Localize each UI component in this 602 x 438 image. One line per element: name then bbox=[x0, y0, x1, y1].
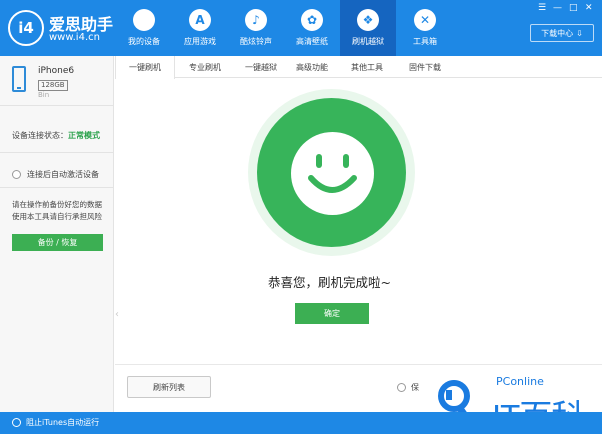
connection-status-value: 正常模式 bbox=[68, 131, 100, 140]
divider bbox=[0, 187, 114, 188]
flower-icon: ✿ bbox=[301, 9, 323, 31]
auto-activate-option[interactable]: 连接后自动激活设备 bbox=[12, 169, 99, 180]
auto-activate-radio[interactable] bbox=[12, 170, 21, 179]
download-center-label: 下载中心 bbox=[541, 28, 574, 38]
divider bbox=[0, 105, 114, 106]
nav-label: 工具箱 bbox=[413, 37, 437, 46]
top-bar: i4 爱思助手 www.i4.cn 我的设备 A 应用游戏 ♪ 酷炫铃声 ✿ 高… bbox=[0, 0, 602, 56]
minimize-icon[interactable]: — bbox=[553, 3, 562, 13]
backup-warning: 请在操作前备份好您的数据 使用本工具请自行承担风险 bbox=[12, 200, 102, 221]
tab-pro-flash[interactable]: 专业刷机 bbox=[175, 56, 235, 78]
tab-one-click-flash[interactable]: 一键刷机 bbox=[115, 56, 175, 79]
status-bar: 阻止iTunes自动运行 bbox=[0, 412, 602, 434]
app-url: www.i4.cn bbox=[49, 32, 100, 43]
connection-status: 设备连接状态：正常模式 bbox=[12, 130, 100, 141]
maximize-icon[interactable]: □ bbox=[569, 3, 578, 13]
phone-icon bbox=[12, 66, 26, 92]
nav-label: 高清壁纸 bbox=[296, 37, 328, 46]
keep-data-radio[interactable] bbox=[397, 383, 406, 392]
refresh-list-button[interactable]: 刷新列表 bbox=[127, 376, 211, 398]
nav-ringtones[interactable]: ♪ 酷炫铃声 bbox=[228, 0, 284, 56]
dropbox-icon: ❖ bbox=[357, 9, 379, 31]
device-name: iPhone6 bbox=[38, 66, 75, 76]
block-itunes-label: 阻止iTunes自动运行 bbox=[26, 418, 100, 427]
menu-icon[interactable]: ☰ bbox=[538, 3, 546, 13]
tab-firmware-download[interactable]: 固件下载 bbox=[395, 56, 455, 78]
download-icon: ⇩ bbox=[576, 28, 583, 38]
confirm-button[interactable]: 确定 bbox=[295, 303, 369, 324]
nav-apps-games[interactable]: A 应用游戏 bbox=[172, 0, 228, 56]
nav-flash-jailbreak[interactable]: ❖ 刷机越狱 bbox=[340, 0, 396, 56]
divider bbox=[115, 364, 602, 365]
device-capacity: 128GB bbox=[38, 80, 68, 91]
smiley-icon bbox=[291, 132, 374, 215]
nav-my-device[interactable]: 我的设备 bbox=[116, 0, 172, 56]
bell-icon: ♪ bbox=[245, 9, 267, 31]
nav-label: 刷机越狱 bbox=[352, 37, 384, 46]
connection-status-label: 设备连接状态： bbox=[12, 131, 68, 140]
keep-data-option[interactable]: 保 bbox=[397, 382, 419, 393]
watermark-brand: PConline bbox=[496, 375, 544, 388]
apple-icon bbox=[133, 9, 155, 31]
divider bbox=[0, 152, 114, 153]
tab-other-tools[interactable]: 其他工具 bbox=[337, 56, 397, 78]
block-itunes-option[interactable]: 阻止iTunes自动运行 bbox=[12, 417, 99, 428]
app-store-icon: A bbox=[189, 9, 211, 31]
main-panel: 恭喜您，刷机完成啦~ 确定 ‹ 刷新列表 保 bbox=[115, 79, 602, 412]
keep-data-label: 保 bbox=[411, 383, 419, 392]
nav-label: 应用游戏 bbox=[184, 37, 216, 46]
nav-wallpapers[interactable]: ✿ 高清壁纸 bbox=[284, 0, 340, 56]
nav-label: 我的设备 bbox=[128, 37, 160, 46]
success-message: 恭喜您，刷机完成啦~ bbox=[268, 275, 391, 290]
chevron-left-icon[interactable]: ‹ bbox=[115, 309, 123, 321]
device-version: Bin bbox=[38, 91, 50, 99]
backup-restore-button[interactable]: 备份 / 恢复 bbox=[12, 234, 103, 251]
nav-toolbox[interactable]: ✕ 工具箱 bbox=[397, 0, 453, 56]
nav-label: 酷炫铃声 bbox=[240, 37, 272, 46]
tab-advanced[interactable]: 高级功能 bbox=[282, 56, 342, 78]
tab-bar: 一键刷机 专业刷机 一键越狱 高级功能 其他工具 固件下载 bbox=[115, 56, 602, 79]
tools-icon: ✕ bbox=[414, 9, 436, 31]
app-logo: i4 爱思助手 www.i4.cn bbox=[8, 10, 118, 46]
logo-mark-icon: i4 bbox=[8, 10, 44, 46]
device-sidebar: iPhone6 128GB Bin 设备连接状态：正常模式 连接后自动激活设备 … bbox=[0, 56, 114, 412]
auto-activate-label: 连接后自动激活设备 bbox=[27, 170, 99, 179]
close-icon[interactable]: ✕ bbox=[585, 3, 593, 13]
block-itunes-radio[interactable] bbox=[12, 418, 21, 427]
download-center-button[interactable]: 下载中心 ⇩ bbox=[530, 24, 594, 42]
